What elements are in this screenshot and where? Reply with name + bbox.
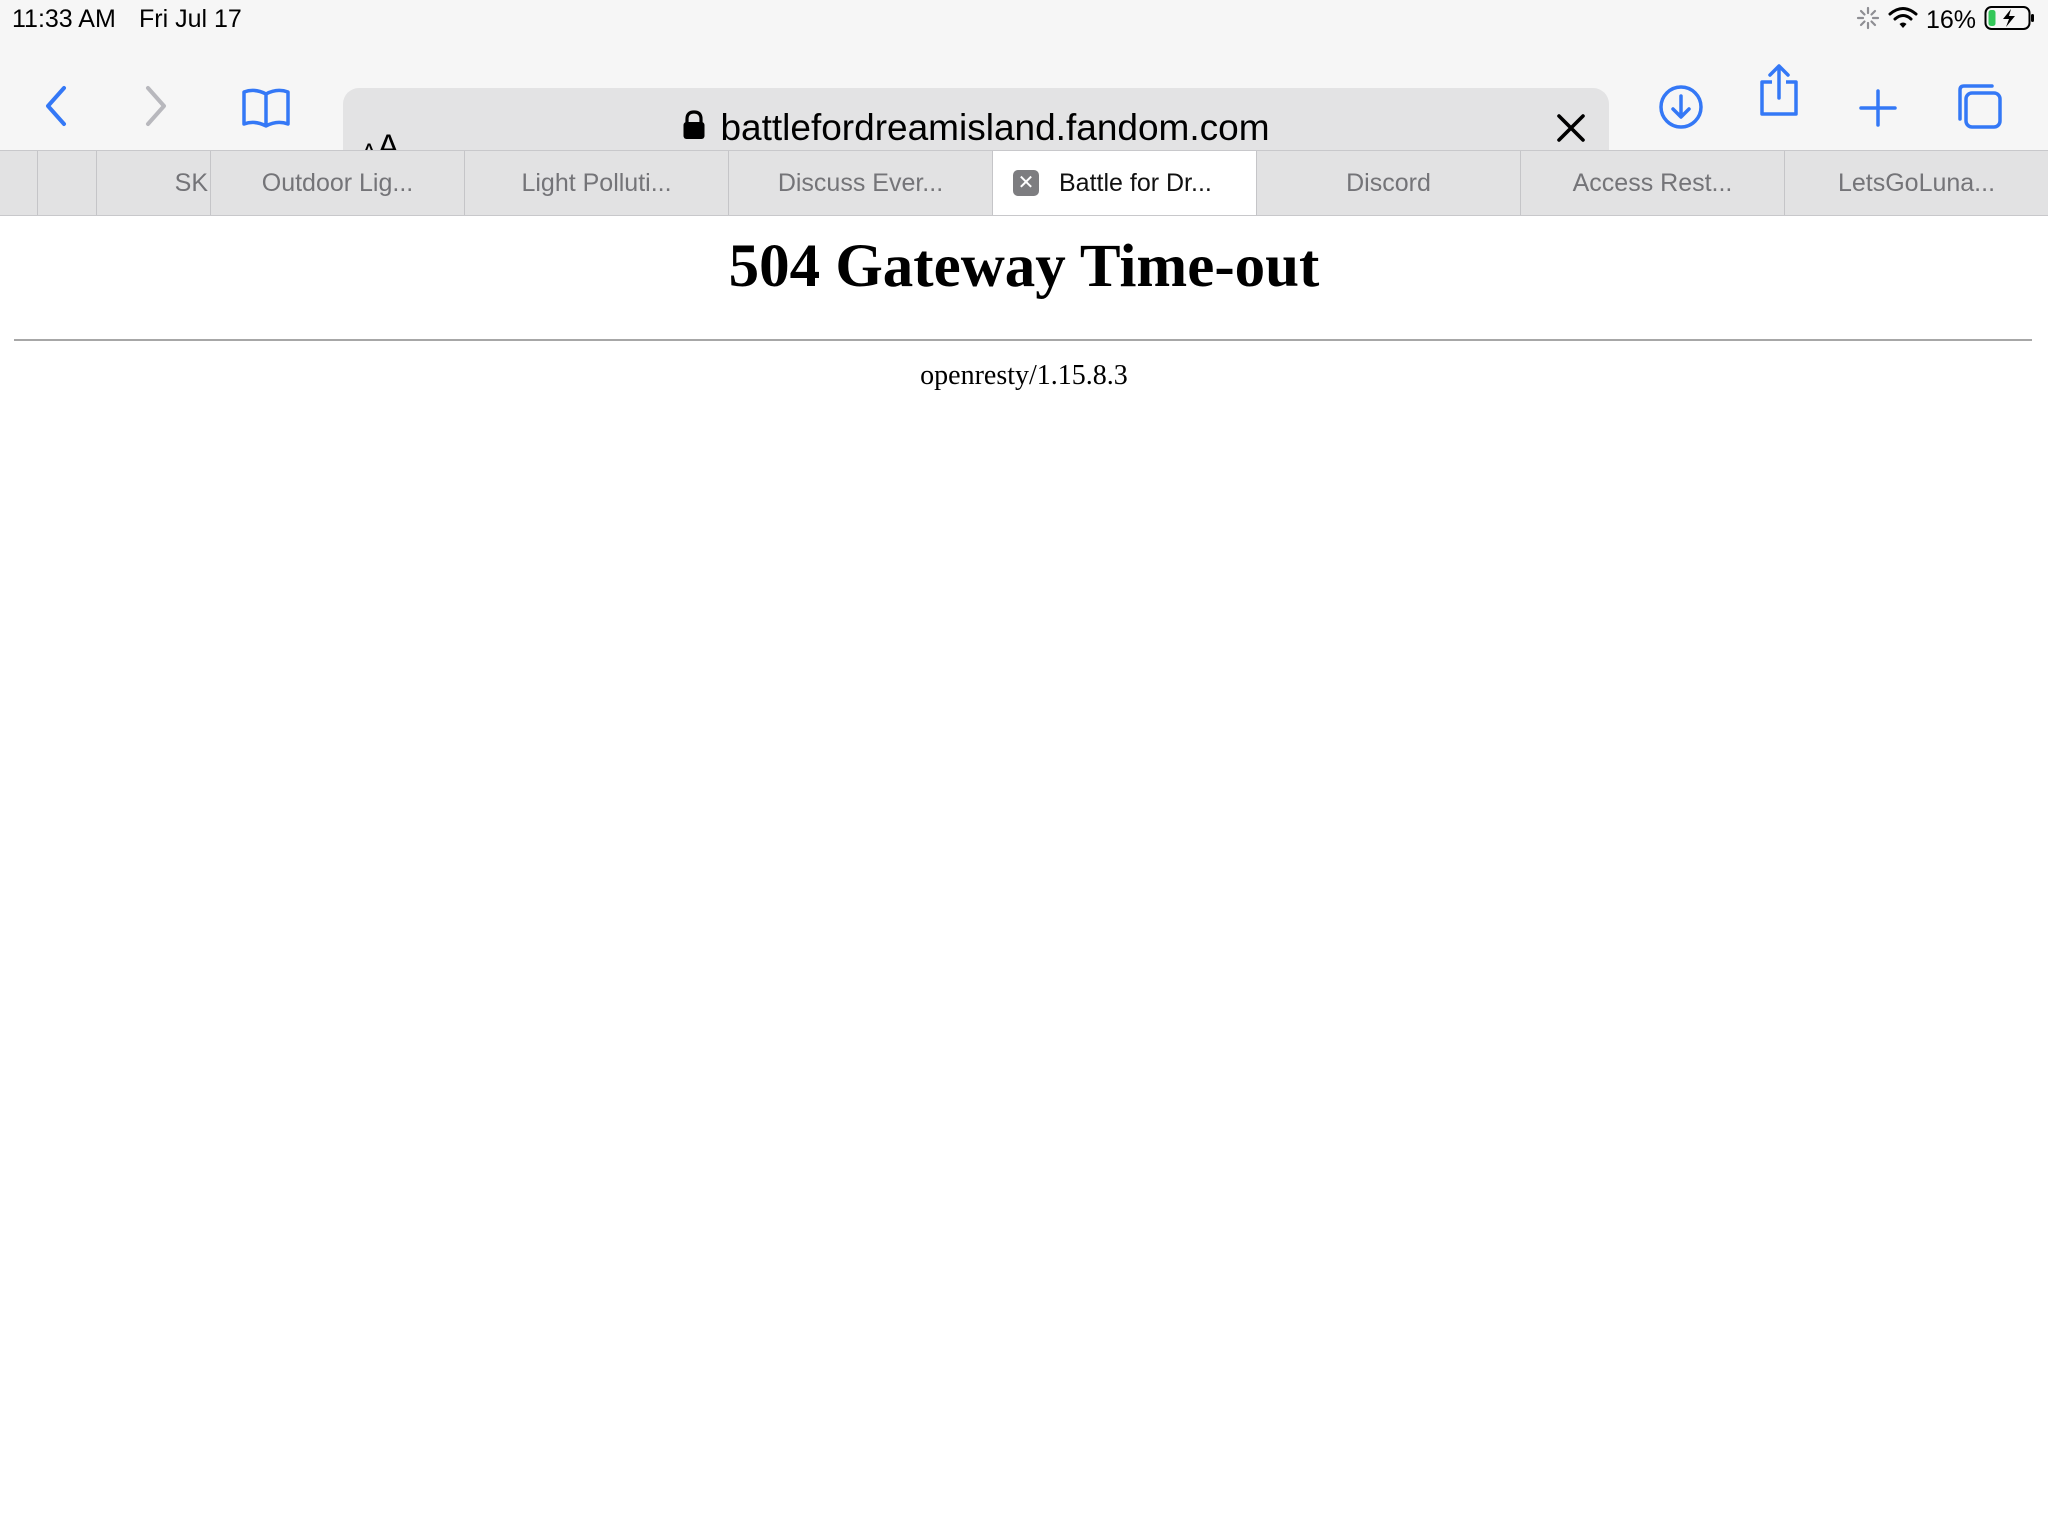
tab-title: Discord [1346, 168, 1431, 197]
status-date: Fri Jul 17 [139, 5, 242, 33]
wifi-icon [1888, 6, 1918, 35]
activity-spinner-icon [1856, 6, 1880, 35]
tab-item[interactable]: Outdoor Lig... [211, 151, 465, 215]
new-tab-icon[interactable] [1858, 88, 1898, 128]
tab-item[interactable]: Discord [1257, 151, 1521, 215]
battery-charging-icon [1984, 5, 2036, 36]
divider [14, 339, 2032, 341]
share-icon[interactable] [1756, 62, 1802, 118]
tab-title: Light Polluti... [521, 168, 672, 197]
bookmarks-icon[interactable] [238, 84, 294, 132]
tab-item[interactable]: LetsGoLuna... [1785, 151, 2048, 215]
tab-item[interactable] [0, 151, 38, 215]
page-title: 504 Gateway Time-out [728, 233, 1320, 300]
tab-title: LetsGoLuna... [1837, 168, 1996, 197]
status-bar: 11:33 AM Fri Jul 17 16% [0, 0, 2048, 40]
status-indicators: 16% [1856, 4, 2036, 36]
tab-title: Outdoor Lig... [261, 168, 414, 197]
tab-item-active[interactable]: ✕ Battle for Dr... [993, 151, 1257, 215]
tab-title: Discuss Ever... [777, 168, 944, 197]
browser-toolbar: AA battlefordreamisland.fandom.com [0, 40, 2048, 167]
tabs-overview-icon[interactable] [1954, 82, 2004, 132]
tab-title: Access Rest... [1572, 168, 1733, 197]
tab-item[interactable]: Access Rest... [1521, 151, 1785, 215]
tab-strip: SK Outdoor Lig... Light Polluti... Discu… [0, 150, 2048, 216]
url-text: battlefordreamisland.fandom.com [720, 106, 1270, 148]
tab-item[interactable]: SK [97, 151, 211, 215]
tab-item[interactable]: Light Polluti... [465, 151, 729, 215]
downloads-icon[interactable] [1658, 84, 1704, 130]
tab-title: SK [174, 168, 208, 197]
tab-item[interactable]: Discuss Ever... [729, 151, 993, 215]
back-icon[interactable] [34, 84, 78, 128]
status-time: 11:33 AM [12, 5, 116, 33]
forward-icon[interactable] [134, 84, 178, 128]
battery-percent: 16% [1925, 5, 1976, 34]
server-signature: openresty/1.15.8.3 [920, 360, 1128, 391]
clear-icon[interactable] [1551, 108, 1591, 148]
tab-title: Battle for Dr... [1059, 168, 1212, 197]
tab-item[interactable] [38, 151, 97, 215]
page-content: 504 Gateway Time-out openresty/1.15.8.3 [0, 216, 2048, 1536]
lock-icon [682, 110, 706, 145]
tab-close-icon[interactable]: ✕ [1013, 170, 1039, 196]
